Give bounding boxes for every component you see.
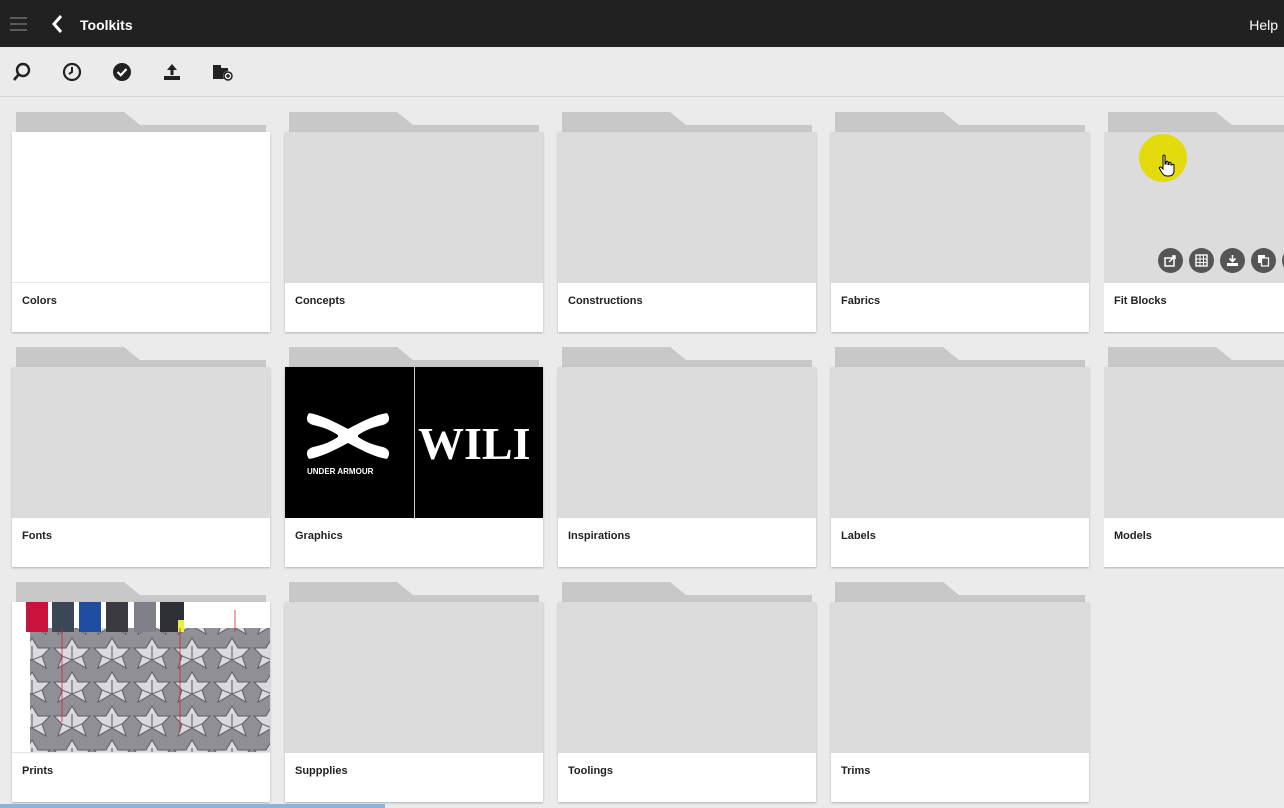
folder-card[interactable]: Suppplies — [285, 602, 543, 802]
page-title: Toolkits — [80, 17, 133, 33]
folder-label: Concepts — [295, 295, 346, 307]
folder-thumbnail — [1104, 367, 1284, 518]
folder-card[interactable]: Labels — [831, 367, 1089, 567]
grid-view-icon[interactable] — [1189, 248, 1214, 273]
folder-label: Fit Blocks — [1114, 295, 1167, 307]
folder-card[interactable]: Concepts — [285, 132, 543, 332]
folder-tab — [289, 347, 539, 367]
folder-tab — [835, 347, 1085, 367]
share-icon[interactable] — [1158, 248, 1183, 273]
clock-history-icon[interactable] — [62, 62, 82, 82]
upload-icon[interactable] — [162, 62, 182, 82]
under-armour-logo — [306, 413, 390, 459]
folder-fabrics[interactable]: Fabrics — [831, 112, 1091, 334]
folder-thumbnail — [558, 132, 816, 283]
thumbnail-divider — [414, 367, 415, 518]
folder-card[interactable]: Colors — [12, 132, 270, 332]
folder-tab — [1108, 347, 1284, 367]
folder-card[interactable]: Toolings — [558, 602, 816, 802]
download-icon[interactable] — [1220, 248, 1245, 273]
folder-card[interactable]: Prints — [12, 602, 270, 802]
hand-cursor-icon — [1158, 154, 1175, 177]
folder-tab — [16, 582, 266, 602]
folder-card[interactable]: Fabrics — [831, 132, 1089, 332]
folder-label: Toolings — [568, 765, 614, 777]
folder-thumbnail — [285, 132, 543, 283]
folder-thumbnail — [831, 132, 1089, 283]
folder-tab — [562, 582, 812, 602]
app-header: Toolkits Help — [0, 0, 1284, 47]
folder-prints[interactable]: Prints — [12, 582, 272, 804]
folder-thumbnail — [12, 367, 270, 518]
folder-label: Colors — [22, 295, 57, 307]
folder-card[interactable]: Fonts — [12, 367, 270, 567]
folder-label: Inspirations — [568, 530, 631, 542]
folder-tab — [16, 347, 266, 367]
folder-card[interactable]: Models — [1104, 367, 1284, 567]
wordmark: WILI — [418, 418, 531, 469]
folder-constructions[interactable]: Constructions — [558, 112, 818, 334]
folder-tab — [835, 582, 1085, 602]
folder-card[interactable]: Inspirations — [558, 367, 816, 567]
folder-models[interactable]: Models — [1104, 347, 1284, 569]
folder-thumbnail — [558, 602, 816, 753]
folder-tab — [16, 112, 266, 132]
folder-toolings[interactable]: Toolings — [558, 582, 818, 804]
folder-thumbnail — [12, 132, 270, 283]
folder-colors[interactable]: Colors — [12, 112, 272, 334]
folder-label: Prints — [22, 765, 54, 777]
folder-label: Labels — [841, 530, 876, 542]
folder-tab — [562, 347, 812, 367]
check-circle-icon[interactable] — [112, 62, 132, 82]
folder-label: Fabrics — [841, 295, 881, 307]
folder-card[interactable]: Trims — [831, 602, 1089, 802]
toolbar — [0, 47, 1284, 97]
folder-label: Fonts — [22, 530, 52, 542]
folder-tab — [289, 112, 539, 132]
add-folder-icon[interactable] — [212, 62, 233, 82]
folder-label: Suppplies — [295, 765, 348, 777]
folder-fonts[interactable]: Fonts — [12, 347, 272, 569]
folder-fit-blocks[interactable]: Fit Blocks — [1104, 112, 1284, 334]
folder-thumbnail — [285, 602, 543, 753]
folder-thumbnail — [12, 602, 270, 753]
folder-tab — [835, 112, 1085, 132]
copy-icon[interactable] — [1251, 248, 1276, 273]
folder-trims[interactable]: Trims — [831, 582, 1091, 804]
search-icon[interactable] — [12, 62, 32, 82]
folder-inspirations[interactable]: Inspirations — [558, 347, 818, 569]
folder-tab — [289, 582, 539, 602]
print-pattern-image — [26, 602, 270, 752]
hamburger-menu-icon[interactable] — [10, 17, 27, 31]
folder-concepts[interactable]: Concepts — [285, 112, 545, 334]
folder-label: Models — [1114, 530, 1152, 542]
folder-tab — [562, 112, 812, 132]
chevron-left-icon[interactable] — [50, 14, 66, 34]
folder-labels[interactable]: Labels — [831, 347, 1091, 569]
folder-card[interactable]: Constructions — [558, 132, 816, 332]
folder-suppplies[interactable]: Suppplies — [285, 582, 545, 804]
folder-tab — [1108, 112, 1284, 132]
folder-label: Graphics — [295, 530, 343, 542]
folder-label: Constructions — [568, 295, 643, 307]
folder-thumbnail — [558, 367, 816, 518]
folder-thumbnail: UNDER ARMOUR WILI — [285, 367, 543, 518]
help-link[interactable]: Help — [1249, 17, 1278, 33]
folder-label: Trims — [841, 765, 871, 777]
logo-caption: UNDER ARMOUR — [307, 467, 374, 476]
folder-card[interactable]: UNDER ARMOUR WILI Graphics — [285, 367, 543, 567]
folder-card[interactable]: Fit Blocks — [1104, 132, 1284, 332]
folder-thumbnail — [831, 367, 1089, 518]
folder-graphics[interactable]: UNDER ARMOUR WILI Graphics — [285, 347, 545, 569]
folder-thumbnail — [831, 602, 1089, 753]
scroll-indicator — [0, 804, 385, 808]
